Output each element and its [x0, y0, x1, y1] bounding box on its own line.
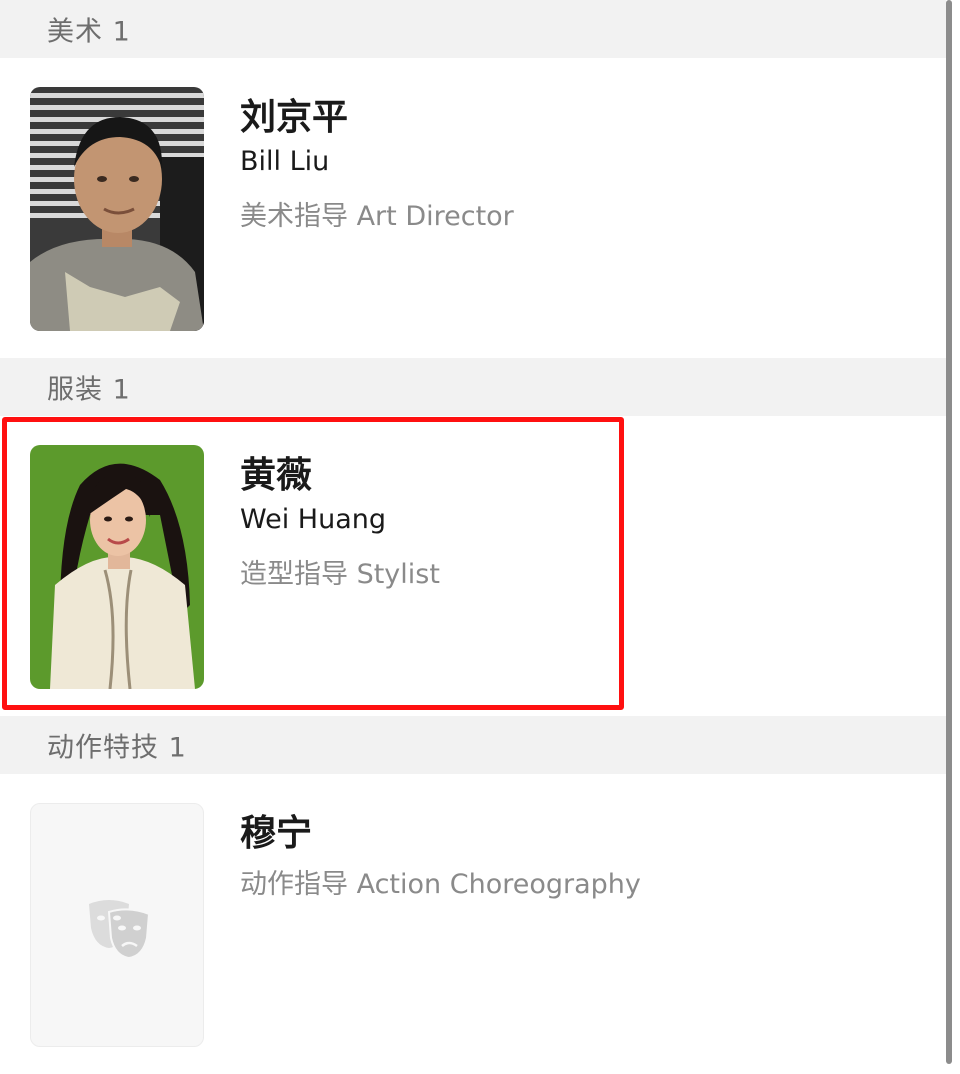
- person-role: 美术指导 Art Director: [240, 201, 514, 232]
- section-header-label: 服装 1: [47, 374, 131, 406]
- crew-row-bill-liu[interactable]: 刘京平 Bill Liu 美术指导 Art Director: [0, 58, 946, 358]
- person-photo-image: [30, 87, 204, 331]
- section-header-label: 美术 1: [47, 16, 131, 48]
- person-photo: [30, 445, 204, 689]
- crew-row-mu-ning[interactable]: 穆宁 动作指导 Action Choreography: [0, 774, 946, 1074]
- section-header-costume: 服装 1: [0, 358, 946, 416]
- person-english-name: Wei Huang: [240, 504, 387, 535]
- person-chinese-name: 刘京平: [240, 97, 349, 138]
- person-role: 动作指导 Action Choreography: [240, 869, 641, 900]
- person-chinese-name: 穆宁: [240, 813, 313, 854]
- theater-masks-icon: [89, 900, 151, 960]
- person-role: 造型指导 Stylist: [240, 559, 440, 590]
- person-photo-image: [30, 445, 204, 689]
- person-english-name: Bill Liu: [240, 146, 330, 177]
- crew-row-wei-huang[interactable]: 黄薇 Wei Huang 造型指导 Stylist: [0, 416, 946, 716]
- photo-placeholder: [30, 803, 204, 1047]
- person-chinese-name: 黄薇: [240, 455, 313, 496]
- section-header-stunts: 动作特技 1: [0, 716, 946, 774]
- section-header-art: 美术 1: [0, 0, 946, 58]
- person-photo: [30, 87, 204, 331]
- scrollbar[interactable]: [946, 0, 952, 1064]
- section-header-label: 动作特技 1: [47, 732, 187, 764]
